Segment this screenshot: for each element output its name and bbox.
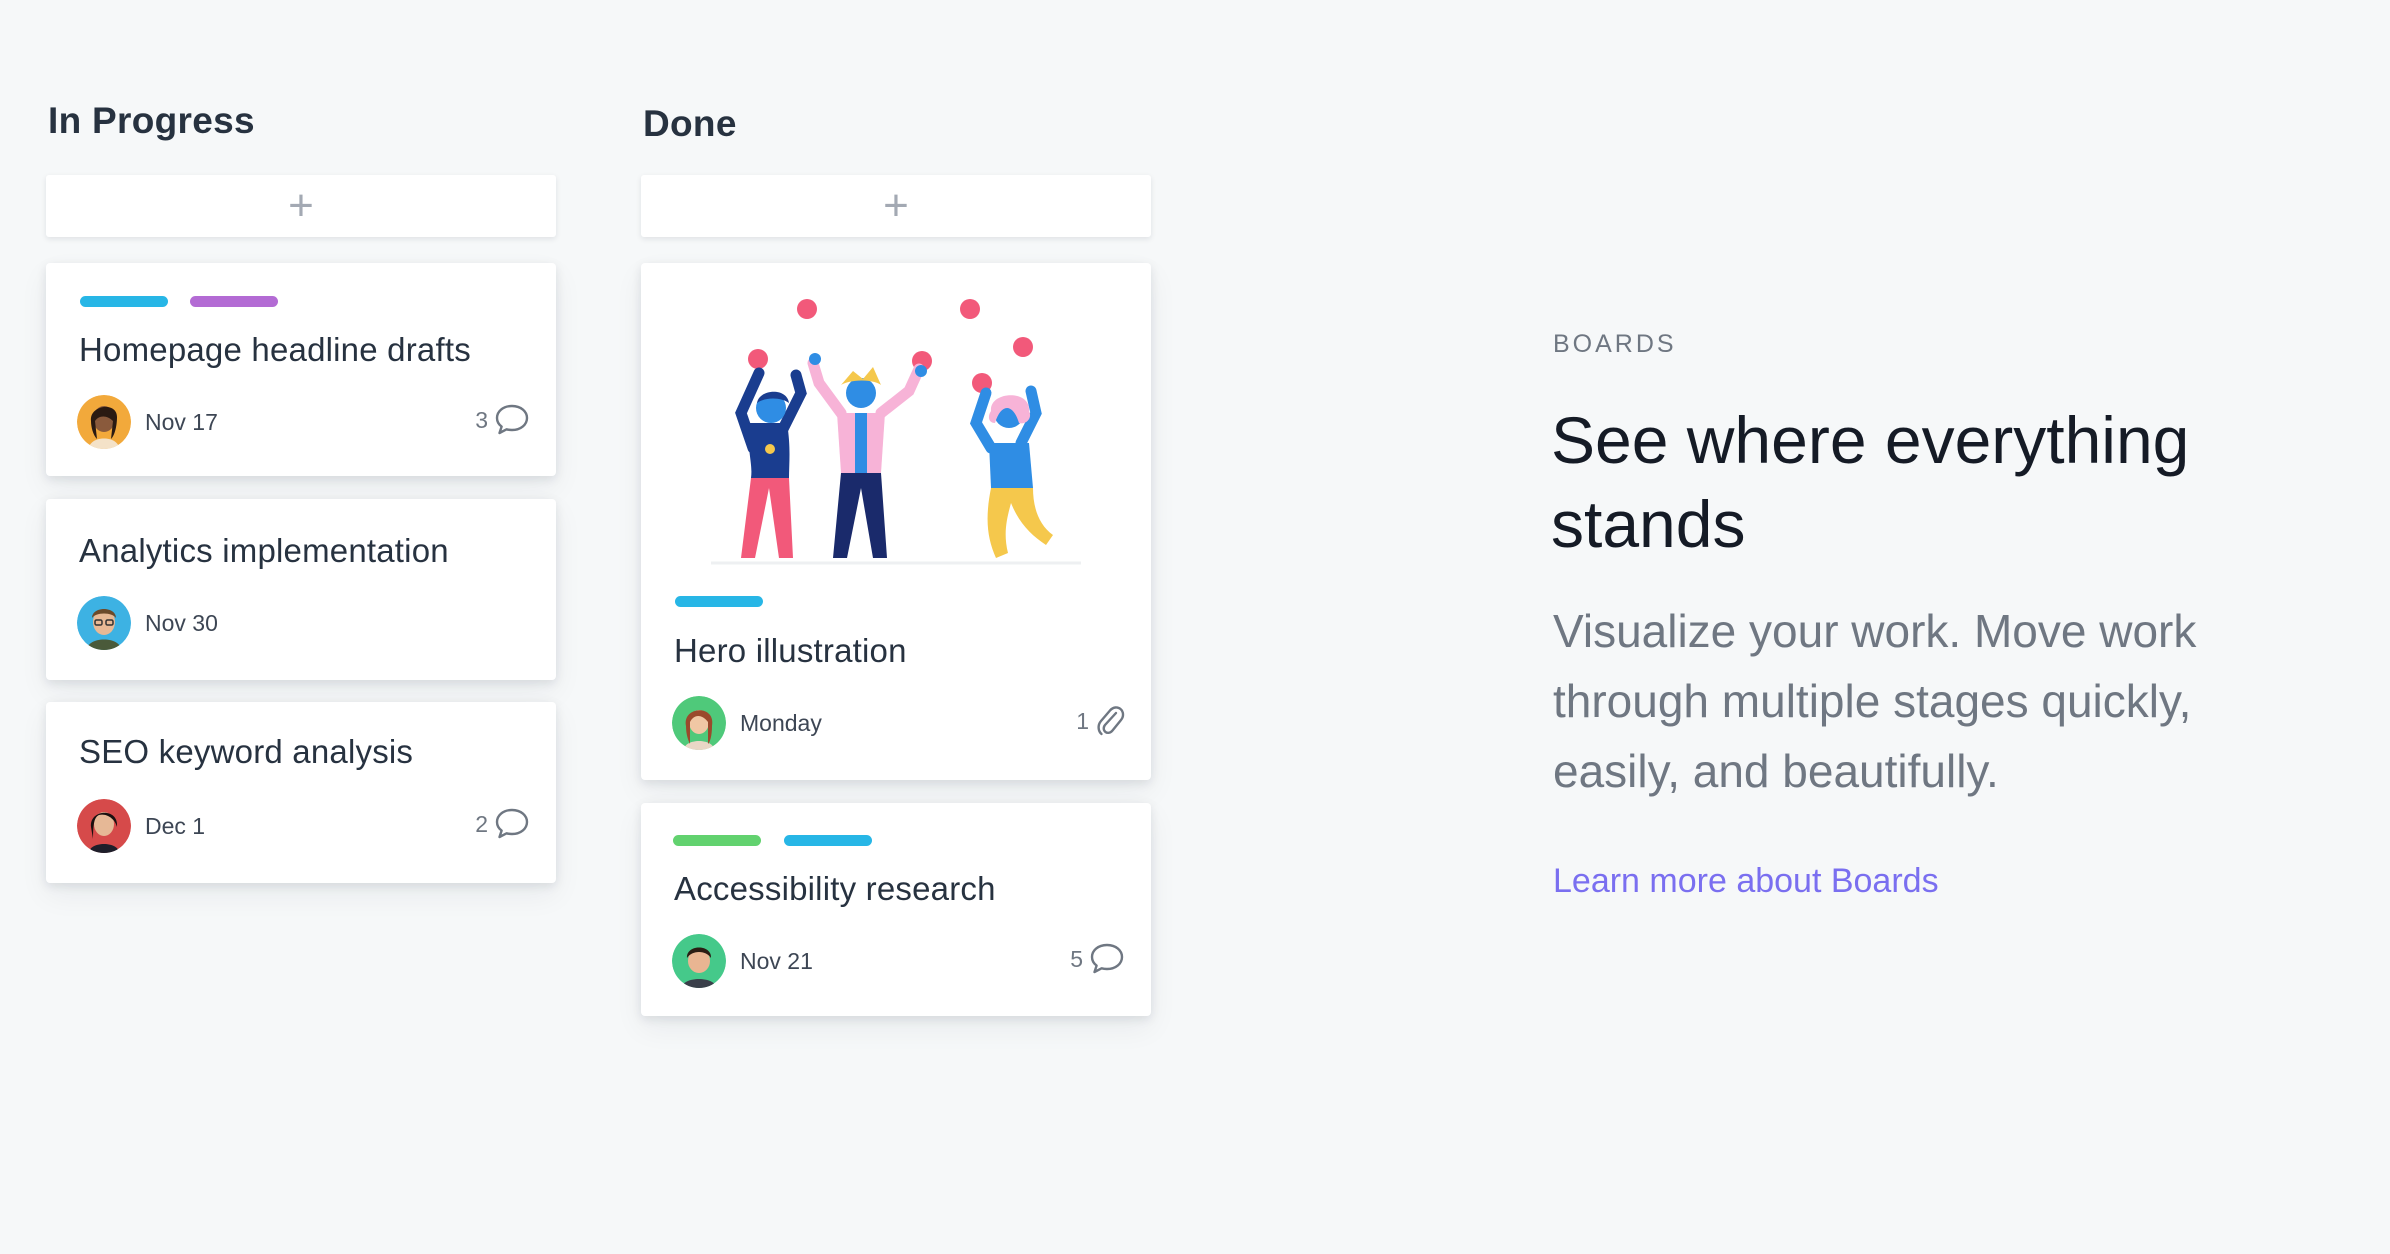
task-title: Accessibility research bbox=[674, 870, 996, 907]
due-date: Nov 30 bbox=[145, 610, 218, 636]
due-date: Nov 21 bbox=[740, 948, 813, 974]
comment-count[interactable]: 5 bbox=[1070, 942, 1125, 976]
avatar bbox=[672, 696, 726, 750]
task-card-analytics-implementation[interactable]: Analytics implementation Nov 30 bbox=[46, 499, 556, 680]
attachment-count[interactable]: 1 bbox=[1076, 704, 1125, 738]
due-date: Monday bbox=[740, 710, 822, 736]
avatar bbox=[77, 395, 131, 449]
avatar bbox=[672, 934, 726, 988]
add-task-button[interactable]: + bbox=[641, 175, 1151, 237]
avatar bbox=[77, 799, 131, 853]
comment-icon bbox=[1089, 942, 1125, 976]
section-description: Visualize your work. Move work through m… bbox=[1553, 605, 2197, 797]
comment-count-label: 2 bbox=[475, 810, 488, 837]
comment-icon bbox=[494, 807, 530, 841]
task-card-homepage-headline-drafts[interactable]: Homepage headline drafts Nov 17 3 bbox=[46, 263, 556, 476]
comment-count[interactable]: 2 bbox=[475, 807, 530, 841]
task-title: SEO keyword analysis bbox=[79, 733, 414, 770]
section-headline: See where everything stands bbox=[1551, 403, 2190, 561]
avatar bbox=[77, 596, 131, 650]
task-title: Hero illustration bbox=[674, 632, 907, 669]
add-task-button[interactable]: + bbox=[46, 175, 556, 237]
task-card-hero-illustration[interactable]: Hero illustration Monday 1 bbox=[641, 263, 1151, 780]
column-title: Done bbox=[643, 103, 737, 144]
column-title: In Progress bbox=[48, 100, 255, 141]
tag-purple bbox=[190, 296, 278, 307]
celebration-illustration bbox=[641, 263, 1151, 593]
task-card-accessibility-research[interactable]: Accessibility research Nov 21 5 bbox=[641, 803, 1151, 1016]
tag-green bbox=[673, 835, 761, 846]
task-title: Homepage headline drafts bbox=[79, 331, 471, 368]
comment-count-label: 5 bbox=[1070, 945, 1083, 972]
section-eyebrow: BOARDS bbox=[1553, 330, 1677, 358]
tag-blue bbox=[80, 296, 168, 307]
attachment-count-label: 1 bbox=[1076, 707, 1089, 734]
task-title: Analytics implementation bbox=[79, 532, 449, 569]
comment-count-label: 3 bbox=[475, 406, 488, 433]
due-date: Nov 17 bbox=[145, 409, 218, 435]
paperclip-icon bbox=[1095, 704, 1125, 738]
tag-blue bbox=[784, 835, 872, 846]
due-date: Dec 1 bbox=[145, 813, 206, 839]
comment-count[interactable]: 3 bbox=[475, 403, 530, 437]
learn-more-link[interactable]: Learn more about Boards bbox=[1553, 862, 1939, 901]
comment-icon bbox=[494, 403, 530, 437]
tag-blue bbox=[675, 596, 763, 607]
task-card-seo-keyword-analysis[interactable]: SEO keyword analysis Dec 1 2 bbox=[46, 702, 556, 883]
